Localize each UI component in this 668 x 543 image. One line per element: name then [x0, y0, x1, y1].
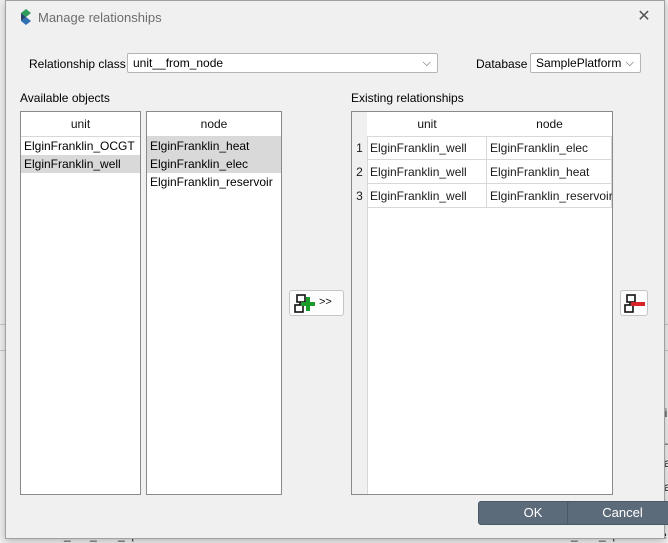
row-number: 3	[356, 189, 363, 203]
close-icon: ✕	[637, 8, 651, 25]
spine-toolbox-icon	[21, 9, 31, 25]
table-cell[interactable]: ElginFranklin_well	[367, 136, 487, 160]
add-arrow-label: >>	[319, 296, 332, 308]
relationship-class-select[interactable]: unit__from_node ⌵	[127, 53, 438, 73]
database-select[interactable]: SamplePlatform ⌵	[530, 53, 641, 73]
row-number: 2	[356, 165, 363, 179]
chevron-down-icon: ⌵	[625, 57, 634, 69]
add-relationship-icon	[294, 294, 315, 313]
remove-relationships-button[interactable]	[620, 290, 648, 316]
unit-list-header: unit	[21, 112, 140, 137]
relationship-class-label: Relationship class	[29, 57, 126, 71]
cancel-button[interactable]: Cancel	[567, 501, 668, 525]
relationship-class-value: unit__from_node	[133, 56, 224, 70]
unit-object-list[interactable]: unit ElginFranklin_OCGT ElginFranklin_we…	[20, 111, 141, 495]
table-cell[interactable]: ElginFranklin_well	[367, 160, 487, 184]
list-item[interactable]: ElginFranklin_elec	[147, 155, 281, 173]
column-header-unit[interactable]: unit	[367, 112, 487, 137]
column-header-node[interactable]: node	[487, 112, 612, 137]
available-objects-label: Available objects	[20, 91, 110, 105]
title-bar: Manage relationships ✕	[6, 1, 664, 33]
remove-relationship-icon	[624, 294, 645, 313]
database-value: SamplePlatform	[536, 56, 622, 70]
close-button[interactable]: ✕	[634, 8, 654, 26]
chevron-down-icon: ⌵	[422, 57, 431, 69]
existing-relationships-table[interactable]: unit node 1 ElginFranklin_well ElginFran…	[351, 111, 613, 495]
table-cell[interactable]: ElginFranklin_reservoir	[487, 184, 612, 208]
manage-relationships-dialog: Manage relationships ✕ Relationship clas…	[5, 0, 668, 539]
add-relationships-button[interactable]: >>	[289, 290, 344, 316]
table-cell[interactable]: ElginFranklin_heat	[487, 160, 612, 184]
table-cell[interactable]: ElginFranklin_elec	[487, 136, 612, 160]
database-label: Database	[476, 57, 528, 71]
existing-relationships-label: Existing relationships	[351, 91, 464, 105]
table-cell[interactable]: ElginFranklin_well	[367, 184, 487, 208]
row-number: 1	[356, 141, 363, 155]
node-list-header: node	[147, 112, 281, 137]
list-item[interactable]: ElginFranklin_well	[21, 155, 140, 173]
list-item[interactable]: ElginFranklin_reservoir	[147, 173, 281, 191]
list-item[interactable]: ElginFranklin_OCGT	[21, 137, 140, 155]
node-object-list[interactable]: node ElginFranklin_heat ElginFranklin_el…	[146, 111, 282, 495]
dialog-title: Manage relationships	[38, 10, 162, 25]
list-item[interactable]: ElginFranklin_heat	[147, 137, 281, 155]
